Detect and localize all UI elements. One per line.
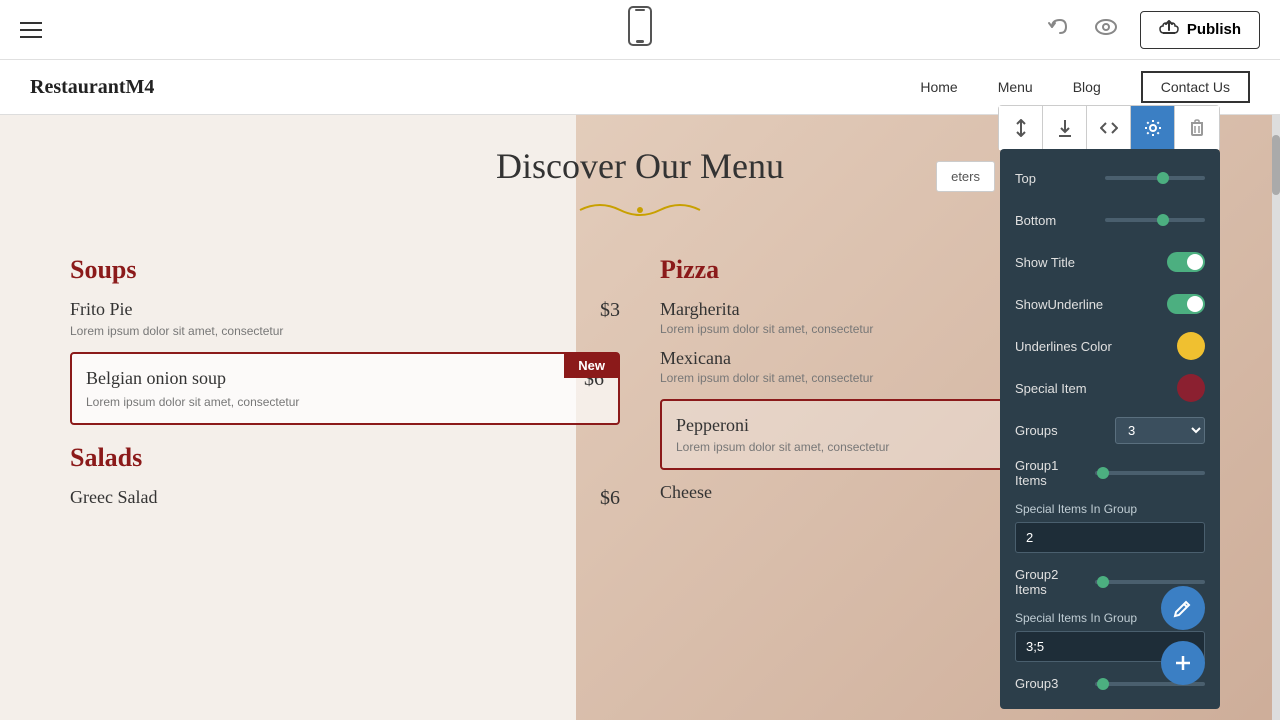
frito-pie-desc: Lorem ipsum dolor sit amet, consectetur [70,324,620,338]
soups-category: Soups [70,255,620,285]
topbar: Publish [0,0,1280,60]
parameters-area: eters [936,161,995,192]
settings-toolbar [998,105,1220,151]
setting-show-title: Show Title [1015,248,1205,276]
frito-pie-item: Frito Pie $3 Lorem ipsum dolor sit amet,… [70,299,620,338]
frito-pie-name: Frito Pie [70,299,133,320]
groups-select[interactable]: 31245 [1115,417,1205,444]
toolbar-download-btn[interactable] [1043,106,1087,150]
scrollbar-track [1272,115,1280,720]
special-items-input-1[interactable] [1015,522,1205,553]
setting-underlines-color: Underlines Color [1015,332,1205,360]
greec-salad-item: Greec Salad $6 [70,487,620,510]
publish-label: Publish [1187,21,1241,38]
scrollbar-thumb[interactable] [1272,135,1280,195]
show-title-label: Show Title [1015,255,1167,270]
special-items-group1: Special Items In Group [1015,502,1205,567]
toolbar-delete-btn[interactable] [1175,106,1219,150]
setting-group1-items: Group1 Items [1015,458,1205,488]
new-badge: New [564,353,619,378]
belgian-soup-name: Belgian onion soup [86,368,226,389]
topbar-left [20,22,42,38]
brand-logo: RestaurantM4 [30,76,154,99]
group2-items-label: Group2 Items [1015,567,1085,597]
left-column: Soups Frito Pie $3 Lorem ipsum dolor sit… [50,255,640,518]
toolbar-code-btn[interactable] [1087,106,1131,150]
setting-groups: Groups 31245 [1015,416,1205,444]
add-fab-button[interactable] [1161,641,1205,685]
top-label: Top [1015,171,1097,186]
setting-special-item: Special Item [1015,374,1205,402]
group1-items-label: Group1 Items [1015,458,1085,488]
frito-pie-price: $3 [600,299,620,322]
special-item-label: Special Item [1015,381,1177,396]
nav-links: Home Menu Blog Contact Us [920,71,1250,103]
show-underline-toggle[interactable] [1167,294,1205,314]
undo-icon[interactable] [1044,13,1072,47]
setting-show-underline: ShowUnderline [1015,290,1205,318]
setting-bottom: Bottom [1015,206,1205,234]
hamburger-icon[interactable] [20,22,42,38]
nav-home[interactable]: Home [920,79,957,95]
group3-label: Group3 [1015,676,1085,691]
special-item-color-swatch[interactable] [1177,374,1205,402]
top-slider[interactable] [1105,176,1205,180]
group1-slider[interactable] [1095,471,1205,475]
setting-top: Top [1015,164,1205,192]
salads-category: Salads [70,443,620,473]
preview-icon[interactable] [1092,13,1120,46]
toolbar-settings-btn[interactable] [1131,106,1175,150]
toolbar-move-btn[interactable] [999,106,1043,150]
groups-label: Groups [1015,423,1115,438]
topbar-right: Publish [1044,11,1260,49]
nav-contact[interactable]: Contact Us [1141,71,1250,103]
underlines-color-swatch[interactable] [1177,332,1205,360]
bottom-label: Bottom [1015,213,1097,228]
show-underline-label: ShowUnderline [1015,297,1167,312]
cloud-upload-icon [1159,20,1179,40]
greec-salad-name: Greec Salad [70,487,157,508]
underlines-color-label: Underlines Color [1015,339,1177,354]
nav-menu[interactable]: Menu [998,79,1033,95]
topbar-center [627,6,653,53]
belgian-soup-desc: Lorem ipsum dolor sit amet, consectetur [86,395,604,409]
greec-salad-price: $6 [600,487,620,510]
belgian-soup-card: New Belgian onion soup $6 Lorem ipsum do… [70,352,620,425]
edit-fab-button[interactable] [1161,586,1205,630]
special-items-label-1: Special Items In Group [1015,502,1205,516]
nav-blog[interactable]: Blog [1073,79,1101,95]
bottom-slider[interactable] [1105,218,1205,222]
publish-button[interactable]: Publish [1140,11,1260,49]
show-title-toggle[interactable] [1167,252,1205,272]
group2-slider[interactable] [1095,580,1205,584]
phone-icon[interactable] [627,6,653,53]
parameters-button[interactable]: eters [936,161,995,192]
